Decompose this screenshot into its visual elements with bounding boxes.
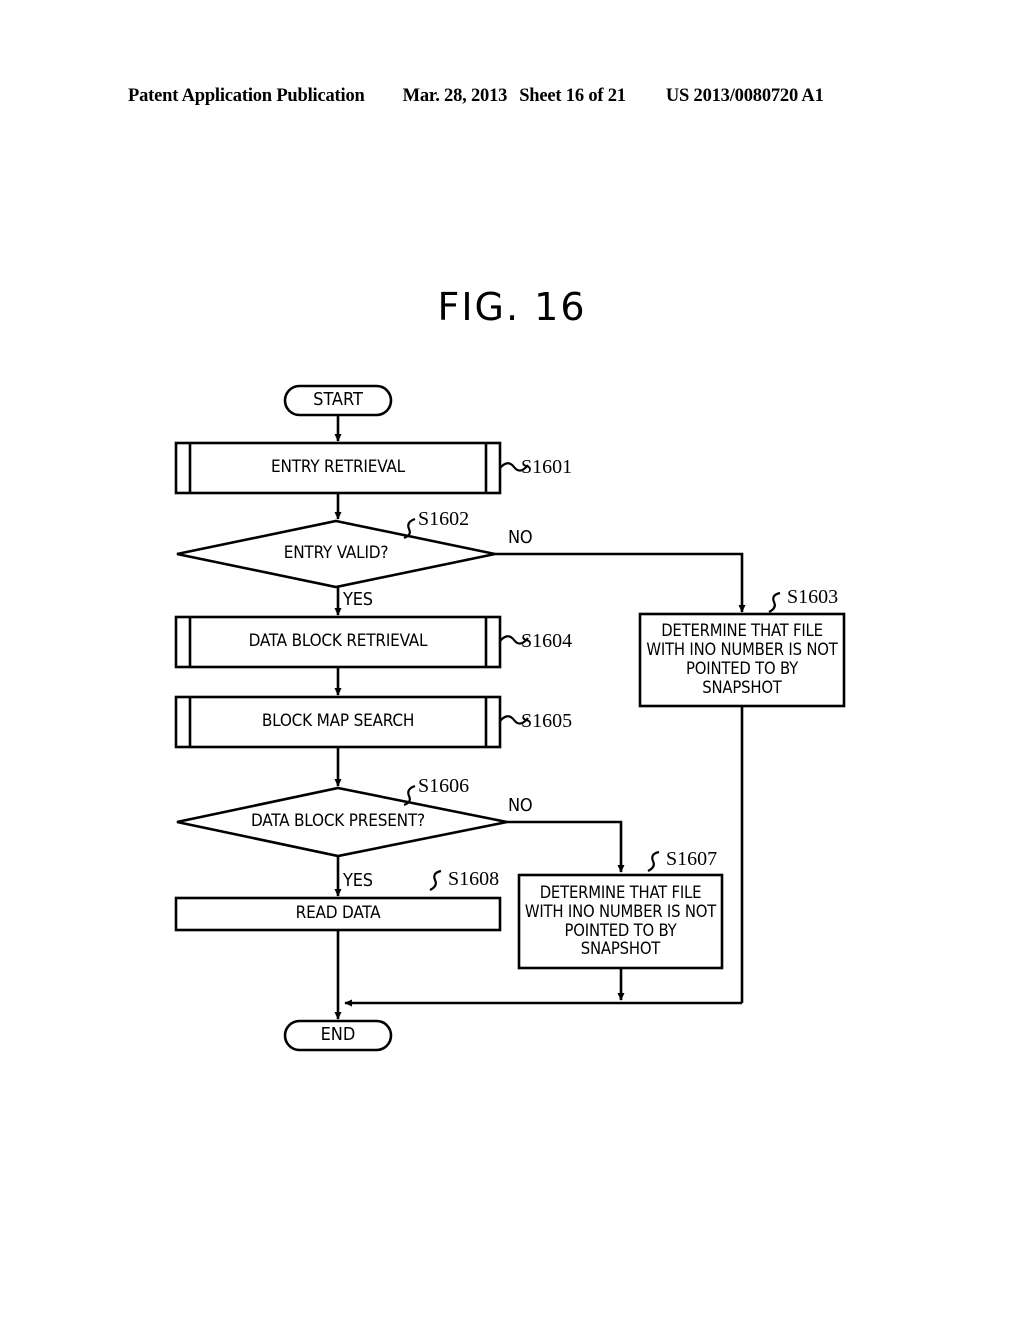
s1606-step-number: S1606: [418, 775, 470, 797]
s1606-no-branch-label: NO: [508, 795, 533, 816]
s1602-yes-branch-label: YES: [343, 589, 373, 610]
start-terminator-shape: [283, 384, 393, 417]
s1608-box-shape: [174, 896, 502, 932]
flowchart-diagram: START ENTRY RETRIEVAL S1601 ENTRY VALID?…: [0, 0, 1024, 1320]
s1608-leader: [429, 869, 442, 891]
s1603-step-number: S1603: [787, 586, 839, 608]
s1602-step-number: S1602: [418, 508, 470, 530]
s1601-box-shape: [174, 441, 502, 495]
s1606-diamond-shape: [176, 786, 508, 858]
flowchart-svg: [174, 384, 846, 1052]
s1605-box-shape: [174, 695, 502, 749]
s1602-no-branch-label: NO: [508, 527, 533, 548]
edge-s1606-no: [507, 820, 625, 873]
end-terminator-shape: [283, 1019, 393, 1052]
s1607-box-shape: [517, 873, 724, 970]
s1603-box-shape: [638, 612, 846, 708]
s1601-step-number: S1601: [521, 456, 573, 478]
s1605-step-number: S1605: [521, 710, 573, 732]
s1604-box-shape: [174, 615, 502, 669]
s1608-step-number: S1608: [448, 868, 500, 890]
s1607-step-number: S1607: [666, 848, 718, 870]
s1606-yes-branch-label: YES: [343, 870, 373, 891]
s1604-step-number: S1604: [521, 630, 573, 652]
edge-s1602-no: [495, 552, 746, 613]
s1603-leader: [768, 591, 781, 613]
s1607-leader: [647, 850, 660, 872]
